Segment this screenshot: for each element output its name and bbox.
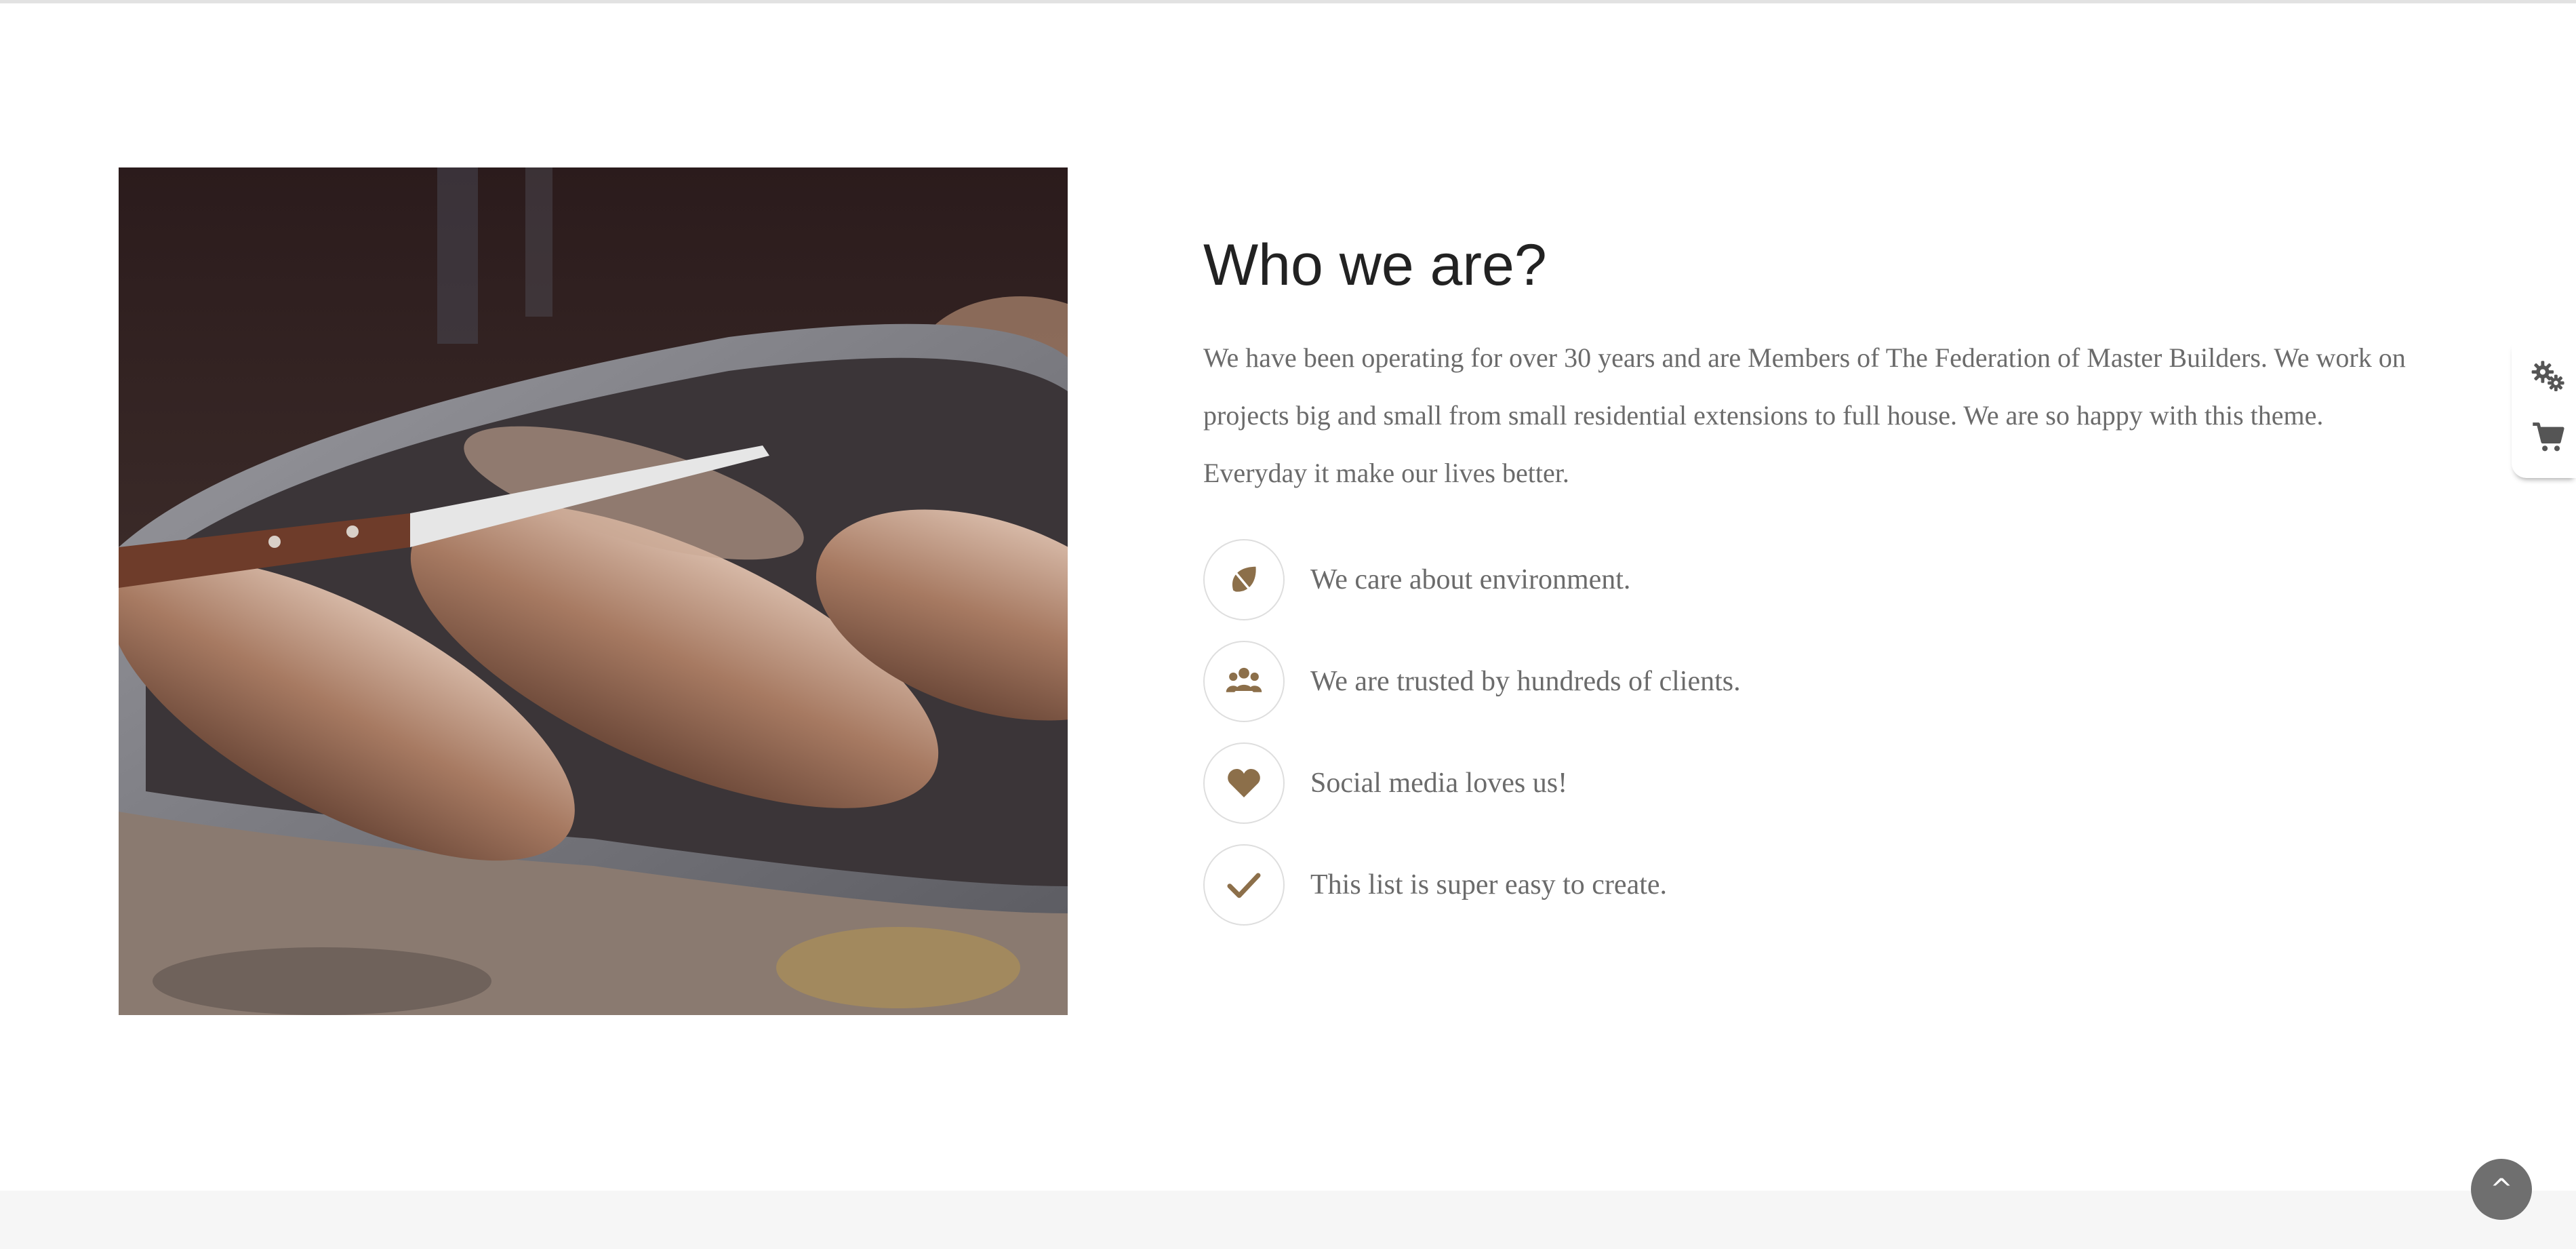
feature-item-easy: This list is super easy to create. [1203, 842, 2423, 928]
feature-label: We are trusted by hundreds of clients. [1310, 666, 1741, 698]
back-to-top-button[interactable]: ^ [2471, 1159, 2532, 1220]
leaf-icon [1203, 539, 1285, 621]
section-title: Who we are? [1203, 233, 1547, 298]
feature-list: We care about environment. We are truste… [1203, 537, 2423, 928]
feature-label: We care about environment. [1310, 564, 1631, 596]
feature-item-clients: We are trusted by hundreds of clients. [1203, 639, 2423, 724]
feature-item-social: Social media loves us! [1203, 740, 2423, 826]
intro-paragraph: We have been operating for over 30 years… [1203, 342, 2406, 489]
check-icon [1203, 844, 1285, 926]
feature-item-environment: We care about environment. [1203, 537, 2423, 622]
feature-label: Social media loves us! [1310, 768, 1568, 799]
side-toolbar [2512, 342, 2576, 478]
footer-band [0, 1191, 2576, 1249]
top-divider [0, 0, 2576, 3]
about-section: Who we are? We have been operating for o… [1203, 231, 2423, 944]
bread-tray-photo [119, 167, 1068, 1015]
users-icon [1203, 641, 1285, 723]
feature-label: This list is super easy to create. [1310, 869, 1668, 901]
gears-icon[interactable] [2529, 357, 2567, 395]
heart-icon [1203, 742, 1285, 825]
cart-icon[interactable] [2529, 418, 2567, 456]
